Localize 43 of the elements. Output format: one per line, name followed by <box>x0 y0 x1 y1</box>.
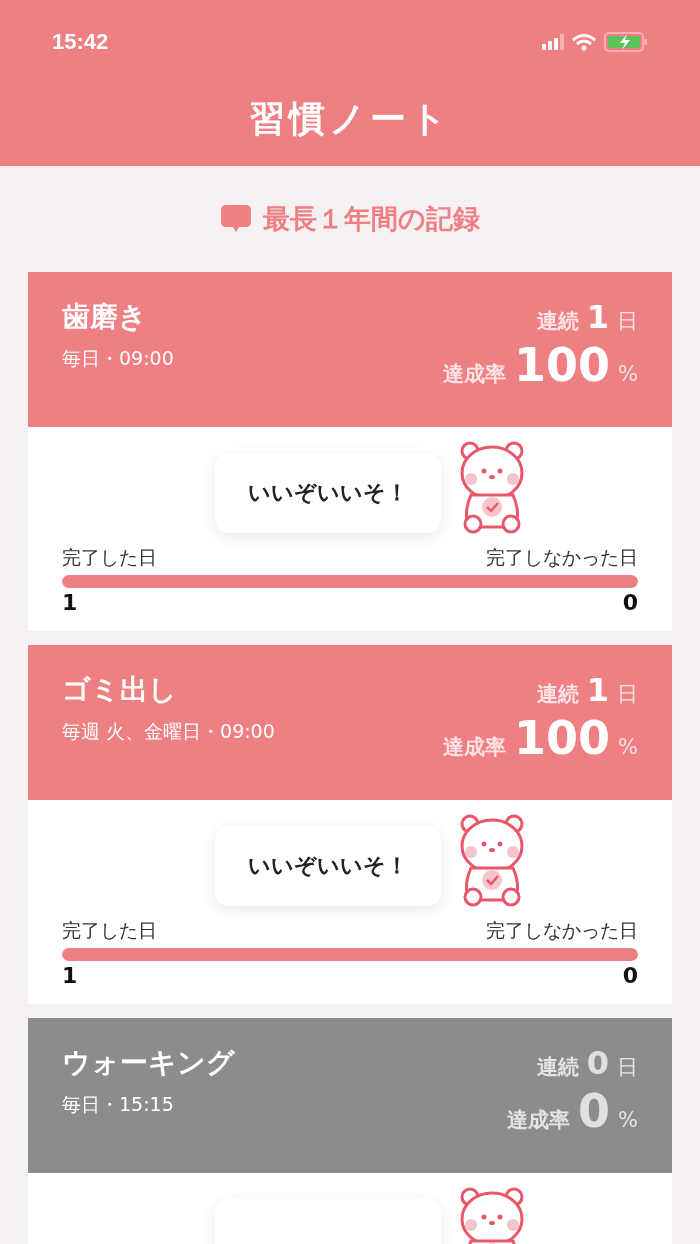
habit-schedule: 毎日・09:00 <box>62 346 174 371</box>
done-count: 1 <box>62 590 78 615</box>
habit-schedule: 毎日・15:15 <box>62 1092 175 1117</box>
app-title: 習慣ノート <box>248 96 452 141</box>
speech-icon <box>220 205 251 233</box>
speech-bubble: いいぞいいそ！ <box>215 453 441 533</box>
streak-unit: 日 <box>617 308 638 335</box>
habit-card[interactable]: ゴミ出し 毎週 火、金曜日・09:00 連続 1 日 達成率 100 % いいぞいいそ！ 完了した日 完了しなかった日 1 0 <box>28 645 672 1004</box>
habit-schedule: 毎週 火、金曜日・09:00 <box>62 719 275 744</box>
rate-label: 達成率 <box>507 1107 570 1134</box>
streak-value: 0 <box>586 1044 609 1082</box>
streak-label: 連続 <box>536 1054 579 1081</box>
streak-unit: 日 <box>617 1054 638 1081</box>
speech-bubble: いいぞいいそ！ <box>215 826 441 906</box>
signal-icon <box>542 34 564 50</box>
streak-value: 1 <box>586 298 609 336</box>
status-time: 15:42 <box>52 29 109 55</box>
missed-count: 0 <box>622 590 638 615</box>
done-count: 1 <box>62 963 78 988</box>
habit-title: ゴミ出し <box>62 672 178 708</box>
section-subtitle: 最長１年間の記録 <box>262 202 480 236</box>
rate-label: 達成率 <box>443 361 506 388</box>
streak-label: 連続 <box>536 681 579 708</box>
rate-unit: % <box>618 362 638 386</box>
habit-title: ウォーキング <box>62 1045 235 1081</box>
battery-icon <box>604 32 648 52</box>
wifi-icon <box>572 33 596 51</box>
rate-value: 100 <box>514 711 611 765</box>
done-days-label: 完了した日 <box>62 545 157 570</box>
rate-value: 100 <box>514 338 611 392</box>
streak-label: 連続 <box>536 308 579 335</box>
rate-unit: % <box>618 1108 638 1132</box>
habit-title: 歯磨き <box>62 299 148 335</box>
done-days-label: 完了した日 <box>62 918 157 943</box>
streak-value: 1 <box>586 671 609 709</box>
streak-unit: 日 <box>617 681 638 708</box>
rate-label: 達成率 <box>443 734 506 761</box>
missed-days-label: 完了しなかった日 <box>486 918 638 943</box>
missed-count: 0 <box>622 963 638 988</box>
habit-card[interactable]: 歯磨き 毎日・09:00 連続 1 日 達成率 100 % いいぞいいそ！ 完了した日 完了しなかった日 1 0 <box>28 272 672 631</box>
missed-days-label: 完了しなかった日 <box>486 545 638 570</box>
rate-value: 0 <box>578 1084 611 1138</box>
rate-unit: % <box>618 735 638 759</box>
